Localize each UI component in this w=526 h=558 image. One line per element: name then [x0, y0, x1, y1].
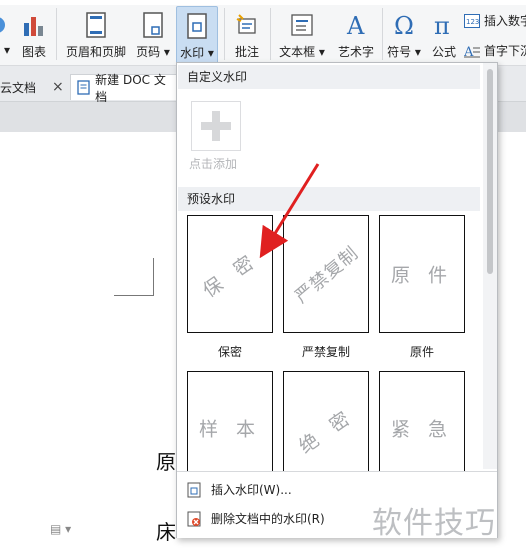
brand-watermark: 软件技巧 — [372, 506, 496, 541]
red-arrow-annotation — [259, 163, 320, 259]
